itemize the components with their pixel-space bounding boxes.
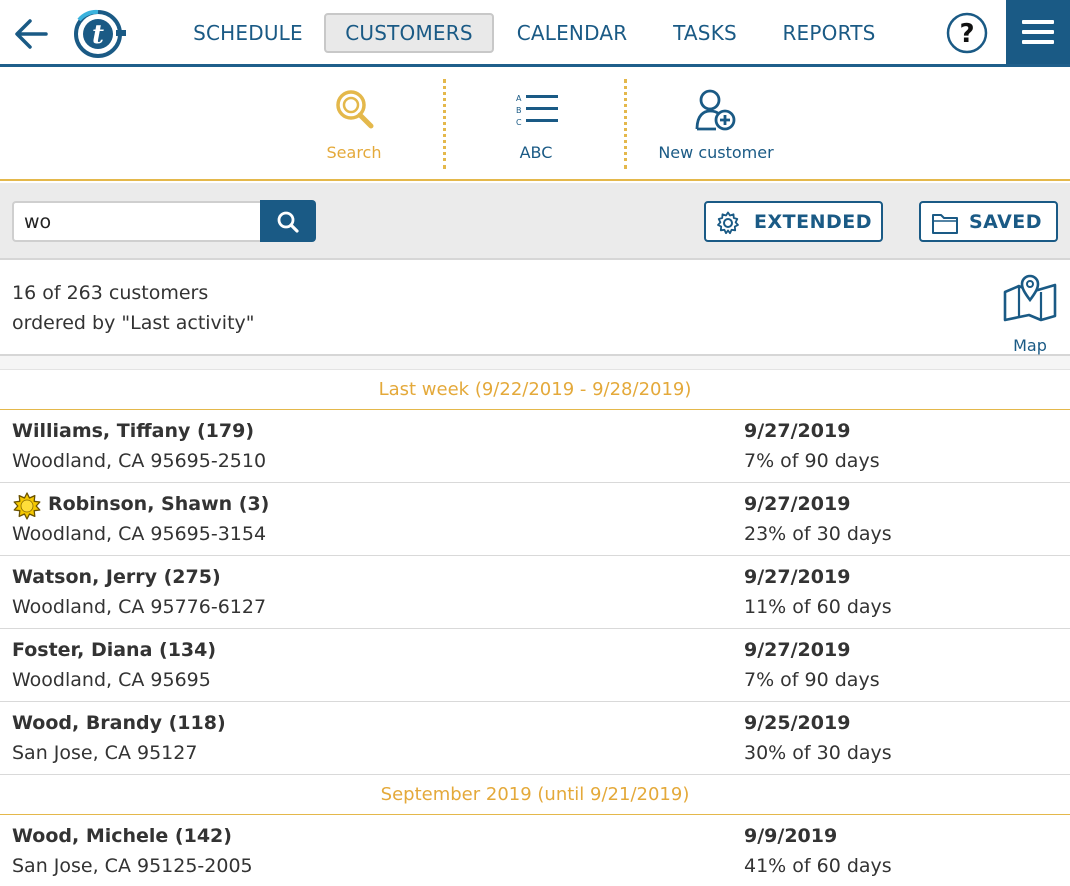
map-icon [1003, 274, 1057, 322]
nav-customers[interactable]: CUSTOMERS [324, 13, 494, 53]
customer-name: Williams, Tiffany (179) [12, 420, 255, 442]
svg-text:B: B [516, 106, 522, 115]
add-person-icon [695, 89, 736, 131]
abc-list-icon: A B C [516, 94, 558, 127]
new-customer-button[interactable]: New customer [656, 67, 776, 179]
customer-interval-progress: 30% of 30 days [744, 742, 892, 764]
top-navigation: t SCHEDULE CUSTOMERS CALENDAR TASKS REPO… [0, 0, 1070, 67]
customer-address: Woodland, CA 95695-2510 [12, 450, 267, 472]
folder-icon [932, 214, 958, 234]
results-order: ordered by "Last activity" [12, 312, 255, 334]
customer-last-activity: 9/27/2019 [744, 493, 851, 515]
saved-searches-label: SAVED [969, 211, 1043, 233]
search-bar: EXTENDED SAVED [0, 183, 1070, 260]
customer-name: Wood, Brandy (118) [12, 712, 226, 734]
menu-bar-icon [1022, 40, 1054, 44]
customer-name: Wood, Michele (142) [12, 825, 232, 847]
customer-last-activity: 9/25/2019 [744, 712, 851, 734]
customer-address: Woodland, CA 95695-3154 [12, 523, 267, 545]
customer-row[interactable]: Foster, Diana (134) Woodland, CA 95695 9… [0, 629, 1070, 702]
extended-search-button[interactable]: EXTENDED [704, 201, 883, 242]
search-input[interactable] [12, 201, 260, 242]
abc-mode-button[interactable]: A B C ABC [486, 67, 586, 179]
search-mode-label: Search [326, 143, 382, 162]
svg-text:A: A [516, 94, 522, 103]
magnifier-icon [336, 90, 374, 129]
customer-row[interactable]: Wood, Brandy (118) San Jose, CA 95127 9/… [0, 702, 1070, 775]
abc-mode-label: ABC [519, 143, 553, 162]
customer-interval-progress: 7% of 90 days [744, 450, 880, 472]
saved-searches-button[interactable]: SAVED [919, 201, 1058, 242]
customer-row[interactable]: Robinson, Shawn (3) Woodland, CA 95695-3… [0, 483, 1070, 556]
map-view-button[interactable]: Map [998, 270, 1062, 355]
help-question-icon: ? [946, 12, 988, 54]
customer-name: Foster, Diana (134) [12, 639, 217, 661]
nav-reports[interactable]: REPORTS [772, 13, 886, 53]
back-button[interactable] [12, 14, 52, 54]
list-divider [0, 356, 1070, 370]
results-summary: 16 of 263 customers ordered by "Last act… [0, 260, 1070, 356]
customer-address: San Jose, CA 95125-2005 [12, 855, 253, 877]
results-count: 16 of 263 customers [12, 282, 209, 304]
sun-badge-icon [13, 492, 41, 520]
menu-bar-icon [1022, 30, 1054, 34]
customer-row[interactable]: Watson, Jerry (275) Woodland, CA 95776-6… [0, 556, 1070, 629]
nav-schedule[interactable]: SCHEDULE [186, 13, 310, 53]
customer-interval-progress: 41% of 60 days [744, 855, 892, 877]
customer-row[interactable]: Williams, Tiffany (179) Woodland, CA 956… [0, 410, 1070, 483]
customer-interval-progress: 11% of 60 days [744, 596, 892, 618]
customer-last-activity: 9/27/2019 [744, 639, 851, 661]
new-customer-label: New customer [658, 143, 774, 162]
group-header-last-week: Last week (9/22/2019 - 9/28/2019) [0, 370, 1070, 410]
group-header-september: September 2019 (until 9/21/2019) [0, 775, 1070, 815]
customer-toolbar: Search A B C ABC New customer [0, 67, 1070, 181]
customer-interval-progress: 23% of 30 days [744, 523, 892, 545]
menu-bar-icon [1022, 20, 1054, 24]
search-mode-button[interactable]: Search [304, 67, 404, 179]
svg-text:?: ? [959, 19, 974, 49]
customer-name: Robinson, Shawn (3) [48, 493, 270, 515]
customer-address: Woodland, CA 95695 [12, 669, 211, 691]
nav-tasks[interactable]: TASKS [660, 13, 750, 53]
back-arrow-icon [15, 19, 48, 49]
customer-address: Woodland, CA 95776-6127 [12, 596, 267, 618]
toolbar-divider [624, 79, 627, 169]
search-submit-button[interactable] [260, 200, 316, 242]
customer-name: Watson, Jerry (275) [12, 566, 221, 588]
help-button[interactable]: ? [946, 12, 988, 54]
nav-calendar[interactable]: CALENDAR [508, 13, 636, 53]
map-view-label: Map [1013, 336, 1047, 355]
extended-search-label: EXTENDED [754, 211, 872, 233]
search-icon [277, 211, 299, 233]
svg-text:t: t [92, 20, 104, 50]
app-logo: t [72, 8, 126, 58]
t-logo-icon: t [74, 9, 126, 58]
customer-last-activity: 9/27/2019 [744, 420, 851, 442]
toolbar-divider [443, 79, 446, 169]
customer-address: San Jose, CA 95127 [12, 742, 198, 764]
hamburger-menu-button[interactable] [1006, 0, 1070, 64]
customer-row[interactable]: Wood, Michele (142) San Jose, CA 95125-2… [0, 815, 1070, 886]
customer-last-activity: 9/27/2019 [744, 566, 851, 588]
customer-last-activity: 9/9/2019 [744, 825, 838, 847]
customer-interval-progress: 7% of 90 days [744, 669, 880, 691]
gear-icon [717, 211, 739, 235]
svg-text:C: C [516, 118, 522, 127]
